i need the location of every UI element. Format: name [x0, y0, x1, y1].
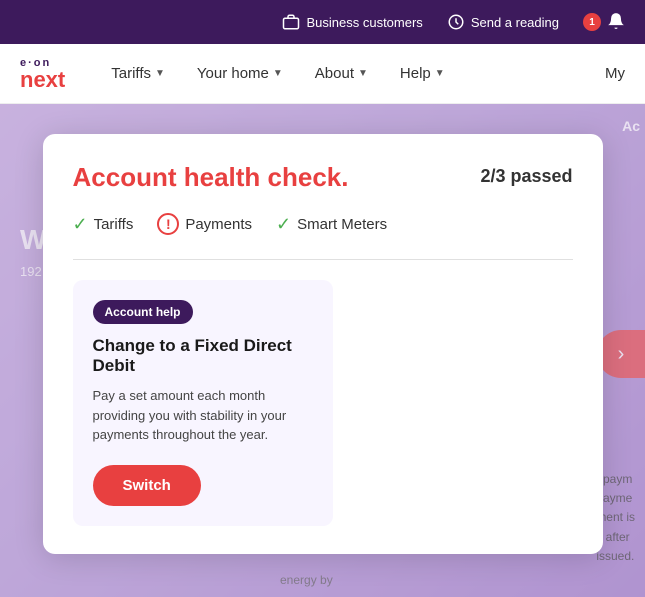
card-badge: Account help: [93, 300, 193, 324]
nav-help[interactable]: Help ▼: [394, 65, 451, 82]
card-title: Change to a Fixed Direct Debit: [93, 336, 313, 376]
about-chevron-icon: ▼: [358, 68, 368, 79]
my-label: My: [605, 65, 625, 82]
meter-icon: [447, 13, 465, 31]
your-home-label: Your home: [197, 65, 269, 82]
check-smart-meters-label: Smart Meters: [297, 216, 387, 233]
tariffs-chevron-icon: ▼: [155, 68, 165, 79]
help-label: Help: [400, 65, 431, 82]
card-description: Pay a set amount each month providing yo…: [93, 386, 313, 445]
check-pass-icon: ✓: [73, 214, 88, 235]
check-smart-meters: ✓ Smart Meters: [276, 214, 387, 235]
modal-overlay: Account health check. 2/3 passed ✓ Tarif…: [0, 104, 645, 597]
nav-tariffs[interactable]: Tariffs ▼: [105, 65, 171, 82]
account-health-modal: Account health check. 2/3 passed ✓ Tarif…: [43, 134, 603, 554]
modal-checks: ✓ Tariffs ! Payments ✓ Smart Meters: [73, 213, 573, 235]
check-tariffs-label: Tariffs: [94, 216, 134, 233]
help-chevron-icon: ▼: [435, 68, 445, 79]
notifications-button[interactable]: 1: [583, 12, 625, 33]
check-payments-label: Payments: [185, 216, 252, 233]
modal-title: Account health check.: [73, 162, 349, 193]
check-payments: ! Payments: [157, 213, 252, 235]
modal-score: 2/3 passed: [480, 166, 572, 187]
business-customers-label: Business customers: [306, 15, 422, 30]
business-customers-link[interactable]: Business customers: [282, 13, 422, 31]
business-icon: [282, 13, 300, 31]
check-warning-icon: !: [157, 213, 179, 235]
check-tariffs: ✓ Tariffs: [73, 214, 134, 235]
check-pass-icon-2: ✓: [276, 214, 291, 235]
modal-divider: [73, 259, 573, 260]
switch-button[interactable]: Switch: [93, 465, 201, 506]
modal-header: Account health check. 2/3 passed: [73, 162, 573, 193]
nav-bar: e·on next Tariffs ▼ Your home ▼ About ▼ …: [0, 44, 645, 104]
about-label: About: [315, 65, 354, 82]
send-reading-label: Send a reading: [471, 15, 559, 30]
nav-my[interactable]: My: [605, 65, 625, 82]
tariffs-label: Tariffs: [111, 65, 151, 82]
nav-your-home[interactable]: Your home ▼: [191, 65, 289, 82]
notification-badge: 1: [583, 13, 601, 31]
send-reading-link[interactable]: Send a reading: [447, 13, 559, 31]
logo-next: next: [20, 69, 65, 91]
logo[interactable]: e·on next: [20, 57, 65, 91]
your-home-chevron-icon: ▼: [273, 68, 283, 79]
nav-about[interactable]: About ▼: [309, 65, 374, 82]
account-help-card: Account help Change to a Fixed Direct De…: [73, 280, 333, 526]
bell-icon: [607, 12, 625, 33]
top-bar: Business customers Send a reading 1: [0, 0, 645, 44]
